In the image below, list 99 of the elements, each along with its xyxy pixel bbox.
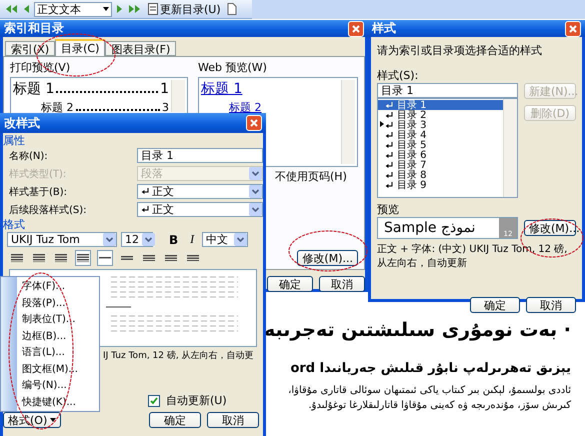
style-name-field[interactable]: 目录 1 xyxy=(377,83,518,98)
align-icon xyxy=(121,256,133,260)
option-label: 不使用页码(H) xyxy=(275,169,347,184)
align-icon xyxy=(33,254,45,262)
paragraph-mark-icon xyxy=(385,122,393,128)
scrollbar[interactable] xyxy=(503,99,517,197)
field-label: 名称(N): xyxy=(9,150,49,162)
arrow-icon[interactable] xyxy=(22,4,30,14)
field-label: 样式基于(B): xyxy=(9,186,68,198)
styles-label: 样式(S): xyxy=(377,68,420,83)
document-subheading: يېزىق تەھرىرلەپ نابۇر قىلىش جەريانىدا ord xyxy=(289,361,571,376)
close-icon xyxy=(569,24,577,32)
double-arrow-icon[interactable] xyxy=(128,4,142,14)
field-label: 后续段落样式(S): xyxy=(9,204,88,216)
window-title: 索引和目录 xyxy=(4,20,64,37)
line-spacing-button[interactable] xyxy=(97,250,113,266)
style-list-item[interactable]: 目录 1 xyxy=(378,100,503,110)
checkbox[interactable] xyxy=(148,394,160,406)
paragraph-mark-icon xyxy=(385,132,393,138)
align-icon xyxy=(77,254,89,262)
paragraph-mark-icon xyxy=(385,162,393,168)
style-field[interactable]: 目录 1 xyxy=(137,148,263,163)
align-button[interactable] xyxy=(75,250,91,266)
paragraph-mark-icon xyxy=(385,172,393,178)
dropdown-arrow-icon[interactable] xyxy=(103,7,109,11)
style-dropdown[interactable]: 正文文本 xyxy=(34,2,112,16)
style-list-item[interactable]: 目录 5 xyxy=(378,140,503,150)
toc-entry: 标题 1 1 xyxy=(13,80,169,98)
close-icon xyxy=(250,119,258,127)
section-label: 属性 xyxy=(3,133,26,148)
close-button[interactable] xyxy=(348,20,364,36)
style-list-item[interactable]: 目录 7 xyxy=(378,160,503,170)
preview-label: 预览 xyxy=(377,202,400,217)
size-select[interactable]: 12 xyxy=(121,232,153,247)
paragraph-mark-icon xyxy=(141,188,149,195)
paragraph-mark-icon xyxy=(385,152,393,158)
menu-item[interactable]: 段落(P)... xyxy=(17,294,99,311)
tab[interactable]: 索引(X) xyxy=(5,41,56,56)
dialog-button[interactable]: 确定 xyxy=(470,297,520,313)
align-icon xyxy=(55,254,67,262)
align-icon xyxy=(165,254,177,262)
style-field[interactable]: 正文 xyxy=(137,184,263,199)
dialog-button[interactable]: 确定 xyxy=(149,412,201,428)
menu-item[interactable]: 语言(L)... xyxy=(17,344,99,360)
prompt-text: 请为索引或目录项选择合适的样式 xyxy=(377,43,543,58)
toc-link[interactable]: 标题 1 xyxy=(201,80,242,98)
document-paragraph: ئاددى بولسىمۇ، لېكىن بىر كىتاب ياكى ئىمتىھان سوئالى قاتارى مۇقاۋا، كىرىش سۆز، مۇندەرىجە ۋە كەينى مۇقاۋا قاتارلىقلارغا توغۇلىدۇ. xyxy=(287,384,571,412)
script-select[interactable]: 中文 xyxy=(202,232,248,247)
print-preview-label: 打印预览(V) xyxy=(10,60,72,75)
italic-button[interactable]: I xyxy=(186,232,198,247)
dialog-button[interactable]: 取消 xyxy=(319,276,365,292)
document-icon xyxy=(148,3,158,15)
style-list-item[interactable]: 目录 9 xyxy=(378,180,503,190)
bold-button[interactable]: B xyxy=(165,232,182,247)
dialog-button[interactable]: 取消 xyxy=(207,412,259,428)
align-icon xyxy=(187,254,199,262)
paragraph-mark-icon xyxy=(385,112,393,118)
style-list-item[interactable]: 目录 3 xyxy=(378,120,503,130)
close-button[interactable] xyxy=(565,20,581,36)
menu-item[interactable]: 编号(N)... xyxy=(17,377,99,394)
align-icon xyxy=(11,254,23,262)
style-list-item[interactable]: 目录 2 xyxy=(378,110,503,120)
double-arrow-icon[interactable] xyxy=(4,4,18,14)
field-label: 样式类型(T): xyxy=(9,168,68,180)
section-label: 格式 xyxy=(3,217,26,232)
toc-link[interactable]: 标题 2 xyxy=(229,100,262,115)
update-toc-button[interactable]: 更新目录(U) xyxy=(146,0,223,18)
tab[interactable]: 目录(C) xyxy=(55,39,106,56)
dialog-button[interactable]: 确定 xyxy=(267,276,313,292)
align-icon xyxy=(143,254,155,262)
style-description: IJ Tuz Tom, 12 磅, 从左向右，自动更 xyxy=(103,351,254,363)
modify-button[interactable]: 修改(M)... xyxy=(297,250,358,266)
window-title: 改样式 xyxy=(4,114,40,132)
menu-item[interactable]: 快捷键(K)... xyxy=(17,394,99,410)
menu-item[interactable]: 制表位(T)... xyxy=(17,311,99,328)
paragraph-mark-icon xyxy=(385,182,393,188)
document-icon[interactable] xyxy=(226,3,237,15)
toc-entry: 标题 2 3 xyxy=(40,100,169,115)
close-button[interactable] xyxy=(246,115,262,131)
style-list-item[interactable]: 目录 6 xyxy=(378,150,503,160)
dialog-button[interactable]: 取消 xyxy=(526,297,576,313)
paragraph-mark-icon xyxy=(141,206,149,213)
font-select[interactable]: UKIJ Tuz Tom xyxy=(7,232,117,247)
style-field[interactable]: 正文 xyxy=(137,202,263,217)
pointer-icon xyxy=(380,121,384,127)
style-list-item[interactable]: 目录 8 xyxy=(378,170,503,180)
scrollbar[interactable] xyxy=(341,80,355,164)
paragraph-mark-icon xyxy=(385,102,393,108)
close-icon xyxy=(352,24,360,32)
paragraph-mark-icon xyxy=(385,142,393,148)
menu-item[interactable]: 图文框(M)... xyxy=(17,360,99,377)
menu-item[interactable]: 边框(B)... xyxy=(17,328,99,344)
caret-icon xyxy=(50,418,56,422)
checkbox-label: 自动更新(U) xyxy=(166,393,227,408)
web-preview-label: Web 预览(W) xyxy=(198,60,268,75)
arrow-icon[interactable] xyxy=(116,4,124,14)
scrollbar[interactable] xyxy=(171,80,185,112)
style-list-item[interactable]: 目录 4 xyxy=(378,130,503,140)
window-title: 样式 xyxy=(372,20,396,37)
